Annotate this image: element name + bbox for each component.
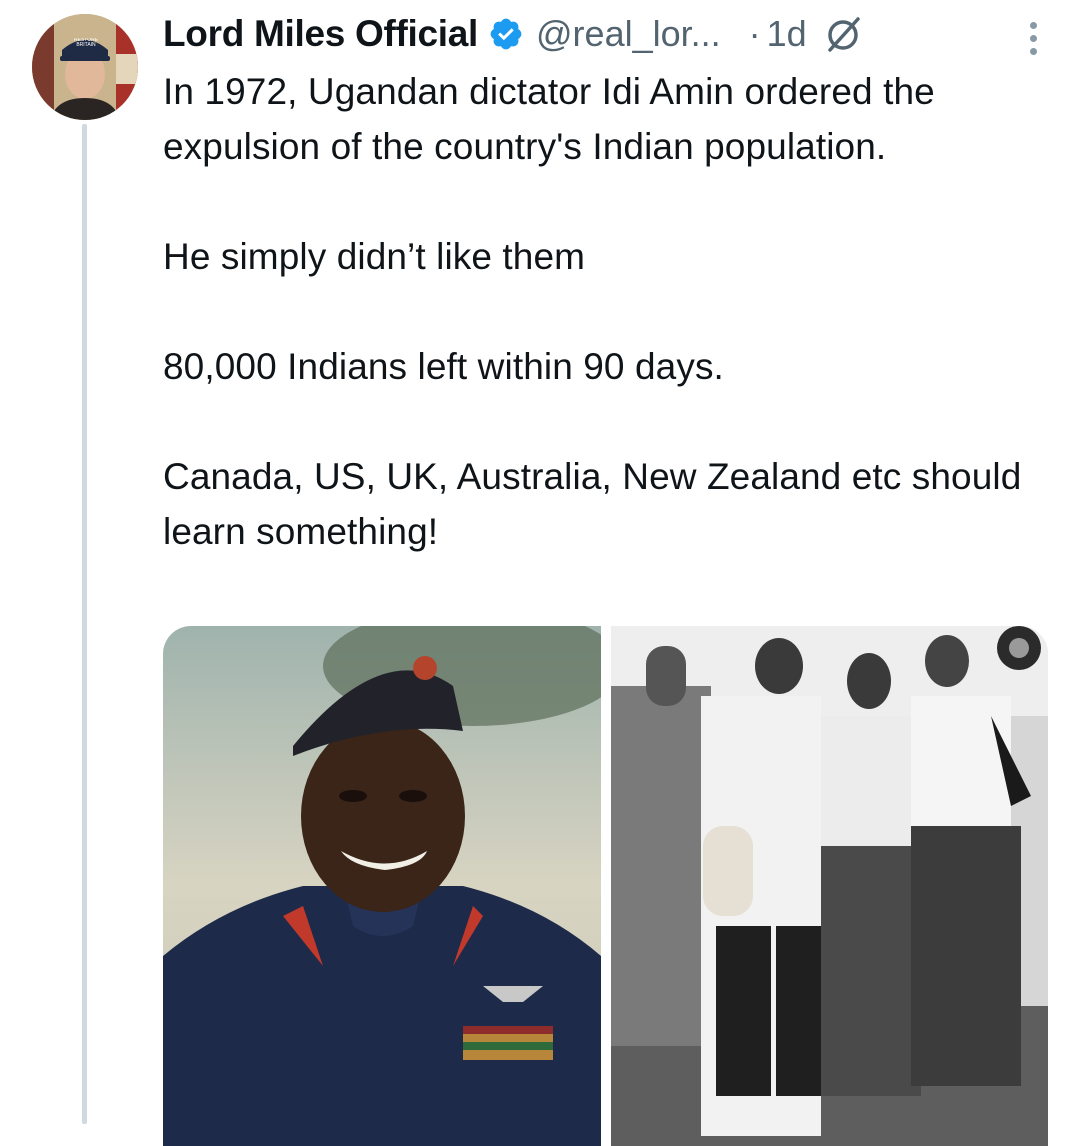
tweet-paragraph: He simply didn’t like them: [163, 236, 586, 277]
photo-general-portrait[interactable]: [163, 626, 601, 1146]
avatar[interactable]: RESTORE BRITAIN: [32, 14, 138, 120]
timestamp[interactable]: 1d: [767, 13, 807, 55]
avatar-image: [32, 14, 138, 120]
verified-badge-icon: [488, 16, 524, 52]
tweet-paragraph: 80,000 Indians left within 90 days.: [163, 346, 724, 387]
thread-line: [82, 124, 87, 1124]
author-handle[interactable]: @real_lor...: [536, 13, 721, 55]
media-grid: [163, 626, 1048, 1146]
avatar-cap-text: RESTORE BRITAIN: [73, 38, 99, 48]
author-name[interactable]: Lord Miles Official: [163, 13, 478, 55]
separator-dot: ·: [748, 13, 761, 54]
grok-icon[interactable]: [823, 14, 863, 54]
more-options-icon[interactable]: [1028, 22, 1040, 60]
tweet-text: In 1972, Ugandan dictator Idi Amin order…: [163, 64, 1053, 559]
tweet-paragraph: In 1972, Ugandan dictator Idi Amin order…: [163, 71, 935, 167]
tweet-paragraph: Canada, US, UK, Australia, New Zealand e…: [163, 456, 1022, 552]
photo-departing-women[interactable]: [610, 626, 1049, 1146]
tweet-header: Lord Miles Official @real_lor... · 1d: [163, 12, 1060, 56]
